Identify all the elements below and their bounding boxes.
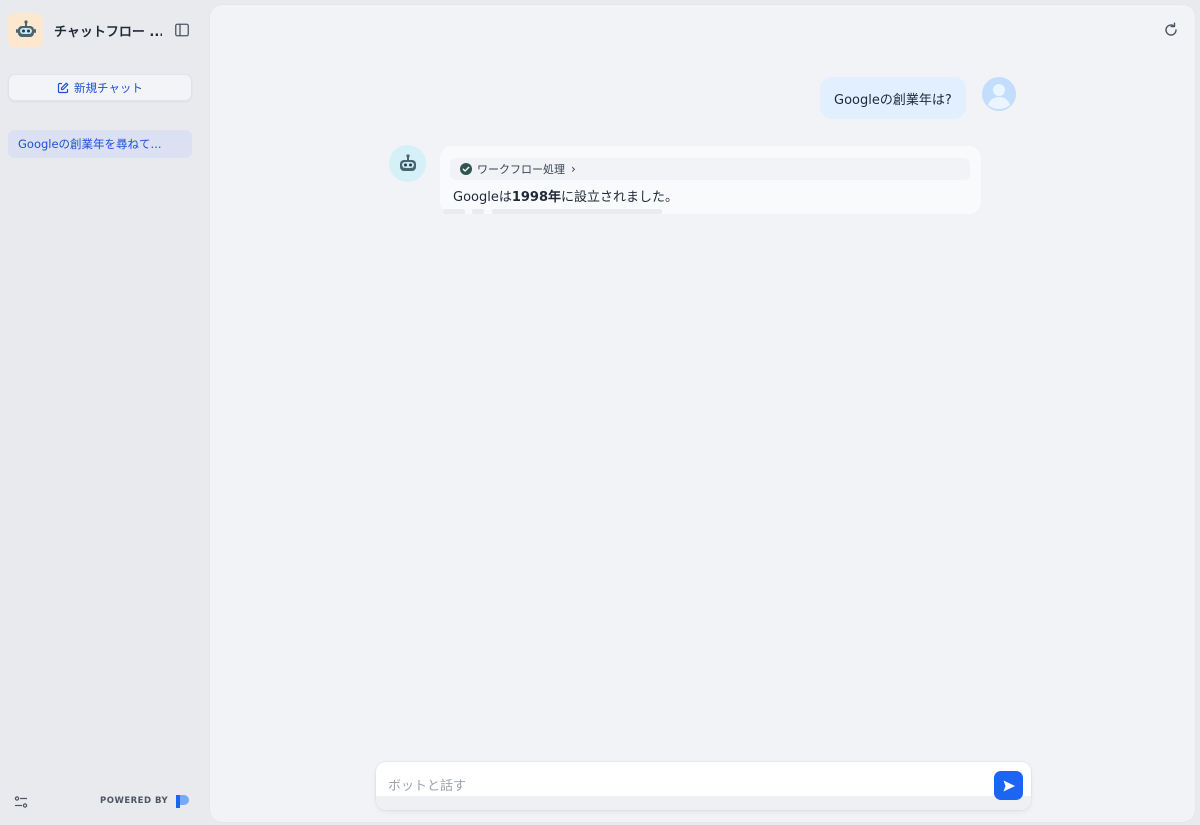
workflow-label: ワークフロー処理 — [477, 163, 565, 176]
send-button[interactable] — [994, 771, 1023, 800]
chevron-right-icon: › — [571, 162, 576, 176]
edit-icon — [57, 82, 69, 93]
powered-by: POWERED BY — [100, 793, 191, 809]
chat-input-box — [376, 762, 1031, 810]
conversation-label: Googleの創業年を尋ねて... — [18, 137, 162, 151]
bot-avatar-icon — [389, 145, 426, 182]
send-icon — [1003, 780, 1015, 791]
app-header: チャットフロー ... — [8, 12, 194, 48]
user-message: Googleの創業年は? — [820, 77, 966, 119]
answer-year: 1998年 — [511, 190, 562, 205]
brand-logo-icon — [176, 795, 190, 808]
settings-sliders-icon[interactable] — [14, 794, 30, 810]
workflow-process-toggle[interactable]: ワークフロー処理 › — [450, 158, 970, 180]
sidebar: チャットフロー ... 新規チャット Googleの創業年を尋ねて... POW… — [0, 0, 200, 825]
app-title: チャットフロー ... — [54, 24, 162, 40]
answer-prefix: Googleは — [453, 190, 512, 205]
user-message-bubble: Googleの創業年は? — [820, 77, 966, 119]
new-chat-button[interactable]: 新規チャット — [8, 74, 192, 101]
message-divider — [440, 209, 670, 214]
robot-icon — [8, 12, 43, 48]
answer-suffix: に設立されました。 — [561, 190, 679, 205]
user-avatar-icon — [982, 77, 1016, 111]
check-circle-icon — [460, 163, 472, 175]
powered-by-text: POWERED BY — [100, 796, 169, 806]
conversation-item[interactable]: Googleの創業年を尋ねて... — [8, 130, 192, 158]
sidebar-toggle-icon[interactable] — [174, 22, 190, 38]
new-chat-label: 新規チャット — [74, 80, 143, 95]
refresh-icon[interactable] — [1163, 22, 1179, 38]
chat-panel: Googleの創業年は? ワークフロー処理 › Googleは1998年に設立さ… — [210, 5, 1195, 822]
input-footer — [376, 796, 1031, 810]
bot-message-bubble: ワークフロー処理 › Googleは1998年に設立されました。 — [440, 146, 981, 214]
bot-answer-text: Googleは1998年に設立されました。 — [453, 186, 678, 205]
